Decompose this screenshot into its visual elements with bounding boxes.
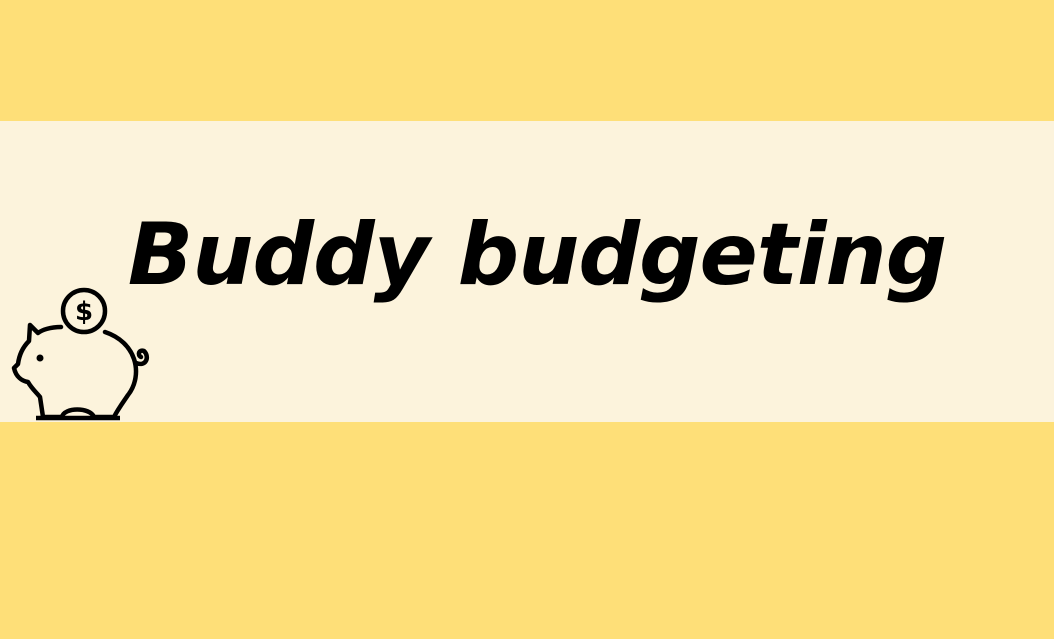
pig-body bbox=[11, 322, 139, 420]
page-title: Buddy budgeting bbox=[127, 205, 948, 305]
piggy-bank-icon: $ bbox=[11, 287, 149, 421]
pig-eye bbox=[36, 354, 44, 362]
dollar-symbol: $ bbox=[75, 297, 93, 327]
pig-tail bbox=[133, 348, 149, 367]
